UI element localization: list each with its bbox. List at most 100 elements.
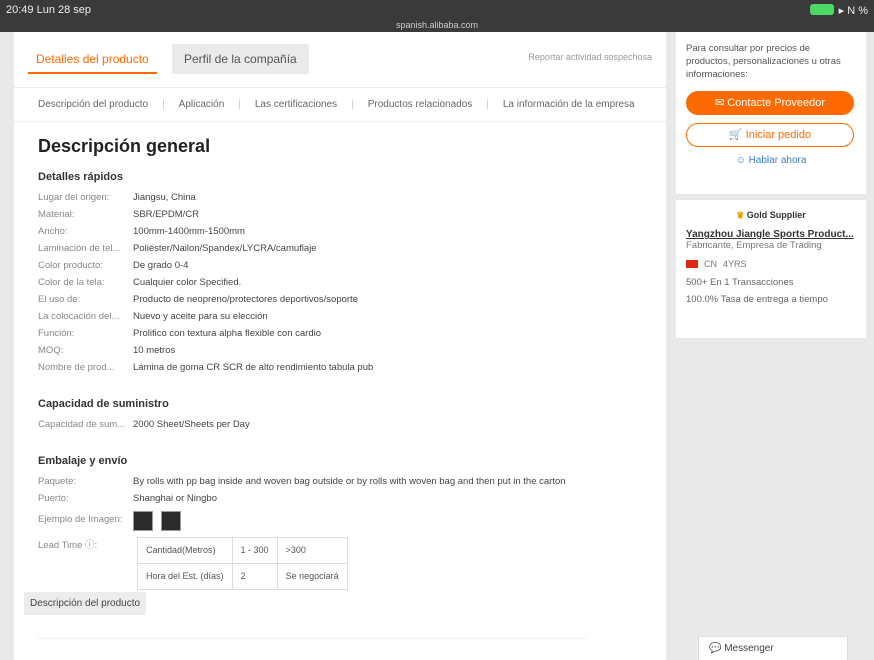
- nav-description[interactable]: Descripción del producto: [38, 99, 148, 110]
- detail-key: Material:: [38, 209, 75, 220]
- page-title: Descripción general: [38, 136, 211, 156]
- detail-row: Color producto: De grado 0-4: [38, 257, 642, 274]
- battery-text: ▸ N %: [838, 5, 868, 17]
- table-cell: >300: [276, 537, 348, 564]
- nav-separator: |: [162, 99, 165, 110]
- table-cell: Se negociará: [276, 563, 348, 590]
- gold-supplier-badge: ♛ Gold Supplier: [686, 210, 856, 221]
- detail-row: Puerto: Shanghai or Ningbo: [38, 490, 642, 507]
- detail-row: Laminación de tel... Poliéster/Nailon/Spa…: [38, 240, 642, 257]
- contact-supplier-button[interactable]: ✉ Contacte Proveedor: [686, 91, 854, 115]
- nav-related[interactable]: Productos relacionados: [368, 99, 473, 110]
- start-order-button[interactable]: 🛒 Iniciar pedido: [686, 123, 854, 147]
- lead-time-label: Lead Time ⓘ:: [38, 540, 98, 551]
- nav-company-info[interactable]: La información de la empresa: [503, 99, 635, 110]
- tab-product-details[interactable]: Detalles del producto: [28, 46, 157, 74]
- detail-key: El uso de:: [38, 294, 81, 305]
- tab-company-profile[interactable]: Perfil de la compañía: [172, 44, 309, 74]
- detail-value: Shanghai or Ningbo: [133, 493, 217, 504]
- detail-key: Nombre de prod...: [38, 362, 115, 373]
- sample-row: Ejemplo de Imagen:: [38, 511, 642, 531]
- transactions-stat: 500+ En 1 Transacciones: [686, 277, 794, 288]
- table-row: Hora del Est. (días) 2 Se negociará: [137, 563, 348, 590]
- detail-key: La colocación del...: [38, 311, 120, 322]
- country-code: CN: [704, 259, 717, 269]
- detail-value: Jiangsu, China: [133, 192, 196, 203]
- detail-row: Material: SBR/EPDM/CR: [38, 206, 642, 223]
- status-time: 20:49 Lun 28 sep: [6, 4, 92, 16]
- chat-now-link[interactable]: ☺ Hablar ahora: [686, 155, 856, 166]
- detail-row: Color de la tela: Cualquier color Specifi…: [38, 274, 642, 291]
- detail-key: Paquete:: [38, 476, 77, 487]
- nav-separator: |: [486, 99, 489, 110]
- detail-key: Laminación de tel...: [38, 243, 121, 254]
- detail-row: MOQ: 10 metros: [38, 342, 642, 359]
- detail-key: Ancho:: [38, 226, 68, 237]
- detail-value: Producto de neopreno/protectores deporti…: [133, 294, 358, 305]
- table-cell: 1 - 300: [231, 537, 278, 564]
- detail-value: 2000 Sheet/Sheets per Day: [133, 419, 250, 430]
- table-row: Cantidad(Metros) 1 - 300 >300: [137, 537, 348, 564]
- supply-heading: Capacidad de suministro: [38, 398, 169, 410]
- detail-key: Lugar del origen:: [38, 192, 110, 203]
- quick-details-heading: Detalles rápidos: [38, 171, 123, 183]
- address-bar[interactable]: spanish.alibaba.com: [0, 20, 874, 30]
- supply-capacity: Capacidad de suministro Capacidad de sum…: [38, 398, 642, 433]
- detail-value: 10 metros: [133, 345, 176, 356]
- product-description-tab[interactable]: Descripción del producto: [24, 592, 147, 615]
- detail-key: Función:: [38, 328, 75, 339]
- quick-details: Detalles rápidos Lugar del origen: Jiangs…: [38, 171, 642, 376]
- detail-value: Poliéster/Nailon/Spandex/LYCRA/camuflaje: [133, 243, 317, 254]
- detail-value: SBR/EPDM/CR: [133, 209, 199, 220]
- medal-icon: ♛: [736, 210, 745, 220]
- years-badge: 4YRS: [723, 259, 747, 269]
- table-cell: Hora del Est. (días): [137, 563, 233, 590]
- detail-value: De grado 0-4: [133, 260, 189, 271]
- sample-images: [133, 511, 181, 531]
- nav-certifications[interactable]: Las certificaciones: [255, 99, 337, 110]
- nav-application[interactable]: Aplicación: [179, 99, 225, 110]
- battery-icon: [810, 4, 834, 15]
- detail-value: By rolls with pp bag inside and woven ba…: [133, 476, 566, 487]
- lead-time-table: Cantidad(Metros) 1 - 300 >300 Hora del E…: [137, 537, 348, 590]
- gold-supplier-text: Gold Supplier: [746, 210, 806, 220]
- table-cell: Cantidad(Metros): [137, 537, 233, 564]
- detail-key: MOQ:: [38, 345, 64, 356]
- nav-separator: |: [351, 99, 354, 110]
- report-link[interactable]: Reportar actividad sospechosa: [528, 52, 652, 62]
- country-flag-icon: [686, 260, 698, 268]
- main-panel: Detalles del producto Perfil de la compa…: [14, 32, 666, 660]
- detail-row: Capacidad de sum... 2000 Sheet/Sheets per…: [38, 416, 642, 433]
- sample-label: Ejemplo de Imagen:: [38, 514, 123, 525]
- packing-heading: Embalaje y envío: [38, 455, 128, 467]
- detail-value: Nuevo y aceite para su elección: [133, 311, 268, 322]
- detail-value: Cualquier color Specified.: [133, 277, 242, 288]
- sample-image[interactable]: [161, 511, 181, 531]
- nav-separator: |: [238, 99, 241, 110]
- packing-shipping: Embalaje y envío Paquete: By rolls with p…: [38, 455, 642, 590]
- detail-row: Nombre de prod... Lámina de goma CR SCR d…: [38, 359, 642, 376]
- sample-image[interactable]: [133, 511, 153, 531]
- detail-key: Capacidad de sum...: [38, 419, 126, 430]
- detail-row: El uso de: Producto de neopreno/protector…: [38, 291, 642, 308]
- supplier-card: ♛ Gold Supplier Yangzhou Jiangle Sports …: [676, 200, 866, 338]
- detail-key: Color de la tela:: [38, 277, 105, 288]
- sidebar: Para consultar por precios de productos,…: [676, 32, 866, 338]
- detail-value: 100mm-1400mm-1500mm: [133, 226, 245, 237]
- lead-time-row: Lead Time ⓘ: Cantidad(Metros) 1 - 300 >3…: [38, 537, 642, 590]
- contact-card: Para consultar por precios de productos,…: [676, 32, 866, 194]
- company-name-link[interactable]: Yangzhou Jiangle Sports Product...: [686, 229, 856, 240]
- status-bar: 20:49 Lun 28 sep spanish.alibaba.com ▸ N…: [0, 0, 874, 32]
- divider: [38, 638, 586, 639]
- detail-row: La colocación del... Nuevo y aceite para …: [38, 308, 642, 325]
- detail-value: Prolifico con textura alpha flexible con…: [133, 328, 321, 339]
- detail-row: Función: Prolifico con textura alpha flex…: [38, 325, 642, 342]
- table-cell: 2: [231, 563, 278, 590]
- supplier-meta: CN 4YRS: [686, 259, 856, 269]
- detail-row: Lugar del origen: Jiangsu, China: [38, 189, 642, 206]
- messenger-button[interactable]: 💬 Messenger: [698, 636, 848, 660]
- detail-row: Paquete: By rolls with pp bag inside and …: [38, 473, 642, 490]
- company-type: Fabricante, Empresa de Trading: [686, 240, 822, 251]
- detail-key: Puerto:: [38, 493, 69, 504]
- detail-key: Color producto:: [38, 260, 103, 271]
